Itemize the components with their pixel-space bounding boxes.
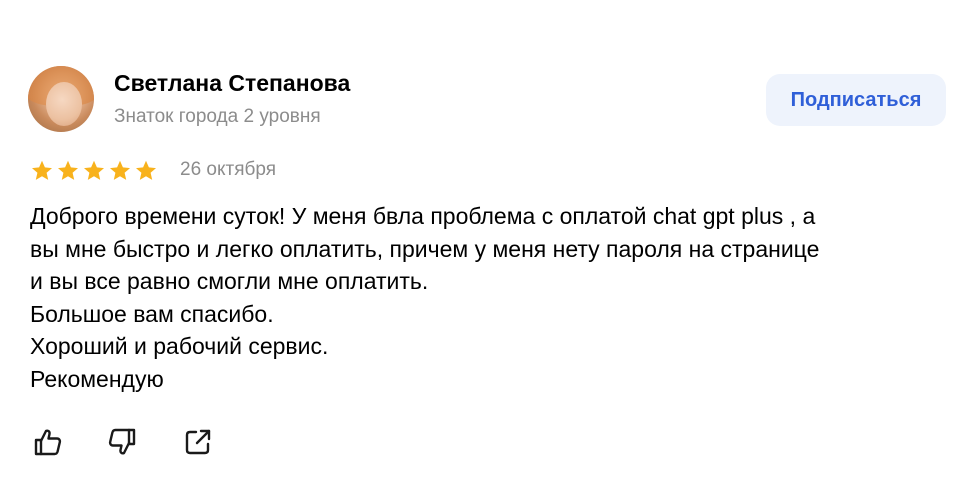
review-text-line: Большое вам спасибо. [30, 300, 274, 327]
share-icon [185, 429, 211, 455]
star-icon [32, 160, 52, 180]
review-card: Светлана Степанова Знаток города 2 уровн… [0, 0, 980, 500]
thumbs-down-icon [108, 428, 136, 455]
thumbs-up-icon [34, 429, 62, 456]
avatar-face [46, 82, 82, 126]
share-button[interactable] [180, 424, 216, 460]
like-button[interactable] [30, 424, 66, 460]
review-text-line: Хороший и рабочий сервис. [30, 333, 329, 359]
review-text-line: и вы все равно смогли мне оплатить. [30, 268, 429, 294]
star-icon [84, 160, 104, 180]
review-text: Доброго времени суток! У меня бвла пробл… [30, 200, 960, 395]
star-icon [110, 160, 130, 180]
author-name[interactable]: Светлана Степанова [114, 70, 350, 97]
review-date: 26 октября [180, 159, 277, 180]
dislike-button[interactable] [104, 424, 140, 460]
review-text-line: вы мне быстро и легко оплатить, причем у… [30, 235, 820, 262]
rating-stars [30, 159, 158, 183]
review-text-line: Доброго времени суток! У меня бвла пробл… [30, 203, 816, 229]
avatar[interactable] [28, 66, 94, 132]
author-status: Знаток города 2 уровня [114, 106, 321, 127]
star-icon [58, 160, 78, 180]
subscribe-button[interactable]: Подписаться [766, 74, 946, 126]
review-text-line: Рекомендую [30, 365, 164, 392]
star-icon [136, 160, 156, 180]
